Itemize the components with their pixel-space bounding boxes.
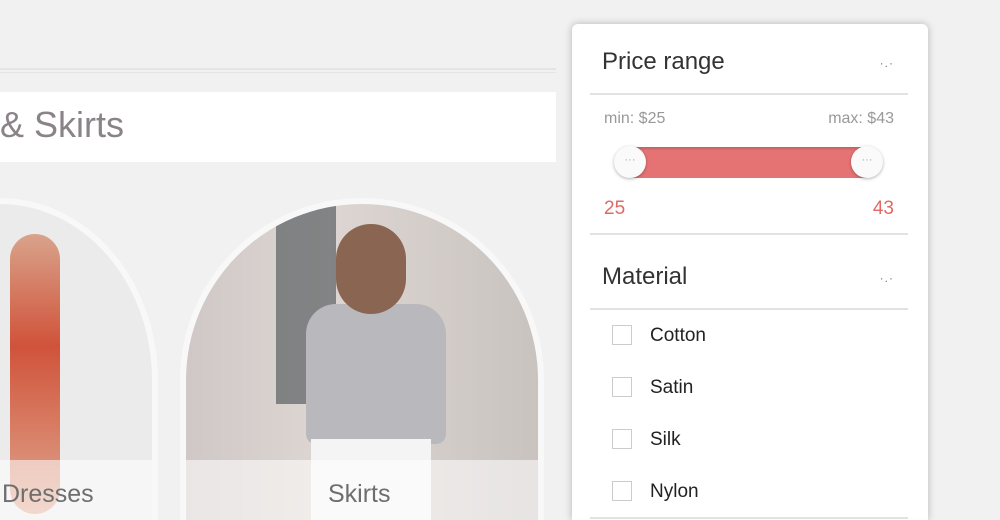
material-title: Material — [602, 263, 688, 290]
checkbox-label[interactable]: Satin — [650, 377, 693, 399]
divider — [590, 233, 908, 235]
checkbox-silk[interactable] — [612, 429, 632, 449]
hair-photo — [336, 224, 406, 314]
max-handle[interactable]: ··· — [851, 146, 883, 178]
max-label: max: $43 — [828, 110, 894, 127]
category-skirts[interactable] — [180, 198, 544, 520]
checkbox-label[interactable]: Nylon — [650, 481, 699, 503]
divider — [590, 93, 908, 95]
max-value: 43 — [872, 198, 894, 219]
price-range-title: Price range — [602, 48, 725, 75]
checkbox-nylon[interactable] — [612, 481, 632, 501]
min-label: min: $25 — [604, 110, 666, 127]
min-handle[interactable]: ··· — [614, 146, 646, 178]
category-label: Dresses — [2, 480, 94, 508]
min-value: 25 — [604, 198, 626, 219]
category-label: Skirts — [328, 480, 391, 508]
shirt-photo — [306, 304, 446, 444]
chevron-down-icon[interactable]: ·.· — [880, 271, 894, 285]
divider — [0, 68, 556, 70]
category-dresses[interactable] — [0, 198, 158, 520]
divider — [0, 72, 556, 73]
price-slider-range[interactable] — [630, 147, 867, 178]
checkbox-label[interactable]: Cotton — [650, 325, 706, 347]
filter-panel: Price range ·.· min: $25 max: $43 ··· ··… — [572, 24, 928, 520]
checkbox-satin[interactable] — [612, 377, 632, 397]
divider — [590, 517, 908, 519]
chevron-down-icon[interactable]: ·.· — [880, 56, 894, 70]
divider — [590, 308, 908, 310]
checkbox-cotton[interactable] — [612, 325, 632, 345]
checkbox-label[interactable]: Silk — [650, 429, 681, 451]
page-title: & Skirts — [0, 104, 125, 145]
